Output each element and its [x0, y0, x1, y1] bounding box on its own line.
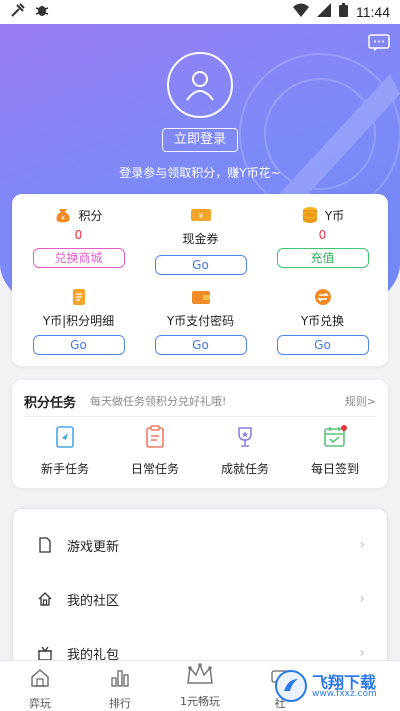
status-bar: 11:44 [0, 0, 400, 24]
login-hint: 登录参与领取积分，赚Y币花~ [119, 166, 281, 180]
detail-label: Y币|积分明细 [42, 314, 115, 328]
site-logo-icon [275, 670, 307, 702]
paypwd-label: Y币支付密码 [166, 314, 235, 328]
status-time: 11:44 [356, 4, 390, 20]
coupon-go-button[interactable]: Go [154, 255, 247, 275]
tab-play[interactable]: 弈玩 [0, 667, 80, 711]
rules-link[interactable]: 规则> [345, 393, 376, 409]
task-achievement[interactable]: 成就任务 [200, 424, 290, 477]
menu-item-community[interactable]: 我的社区 › [13, 573, 389, 625]
tasks-title: 积分任务 [24, 396, 77, 411]
cleaner-icon [10, 2, 26, 22]
message-icon[interactable] [368, 34, 390, 52]
tasks-subtitle: 每天做任务领积分兑好礼哦! [90, 395, 227, 408]
wifi-icon [293, 3, 309, 21]
home-icon [38, 592, 52, 606]
tab-label: 弈玩 [29, 697, 51, 710]
points-label: 积分 [78, 208, 103, 223]
menu-label: 游戏更新 [67, 539, 120, 555]
clipboard-icon [146, 425, 164, 448]
login-button[interactable]: 立即登录 [162, 128, 238, 152]
watermark-url: www.fxxz.com [312, 689, 377, 699]
task-checkin[interactable]: 每日签到 [290, 424, 380, 477]
tab-label: 1元畅玩 [180, 695, 220, 708]
exchange-cell: Y币兑换 Go [260, 288, 385, 355]
exchange-go-button[interactable]: Go [276, 335, 369, 355]
points-cell: ¥ 积分 0 兑换商城 [16, 206, 141, 268]
detail-cell: Y币|积分明细 Go [16, 288, 141, 355]
avatar[interactable] [167, 52, 233, 118]
menu-item-game-update[interactable]: 游戏更新 › [13, 519, 389, 571]
newbie-book-icon [56, 426, 74, 448]
task-label: 日常任务 [130, 462, 179, 476]
document-icon [72, 289, 85, 305]
task-label: 新手任务 [40, 462, 89, 476]
paypwd-go-button[interactable]: Go [154, 335, 247, 355]
tab-one-yuan[interactable]: 1元畅玩 [160, 661, 240, 709]
home-icon [31, 669, 49, 687]
bug-icon [34, 2, 50, 22]
points-tasks-card: 积分任务 每天做任务领积分兑好礼哦! 规则> 新手任务 日常任务 成就任务 每日… [12, 380, 388, 488]
wallet-icon [191, 291, 210, 304]
battery-icon [339, 3, 348, 21]
trophy-icon [238, 427, 252, 447]
ycoin-value: 0 [318, 228, 327, 242]
calendar-icon [324, 425, 347, 447]
crown-icon [187, 662, 213, 684]
file-icon [39, 537, 51, 553]
exchange-label: Y币兑换 [300, 314, 345, 328]
coupon-cell: ¥ 现金券 Go [138, 206, 263, 275]
menu-label: 我的社区 [67, 593, 120, 609]
chevron-right-icon: › [359, 645, 365, 661]
paypwd-cell: Y币支付密码 Go [138, 288, 263, 355]
divider [24, 416, 376, 417]
ycoin-label: Y币 [324, 208, 345, 223]
svg-text:¥: ¥ [62, 215, 66, 222]
wallet-card: ¥ 积分 0 兑换商城 ¥ 现金券 Go Y币 0 充值 Y币|积分明细 Go … [12, 194, 388, 366]
bar-chart-icon [111, 670, 129, 687]
user-icon [186, 71, 214, 101]
tab-label: 排行 [109, 697, 131, 710]
exchange-icon [314, 289, 331, 305]
task-label: 每日签到 [310, 462, 359, 476]
coupon-icon: ¥ [190, 209, 211, 221]
signal-icon [317, 3, 331, 21]
recharge-button[interactable]: 充值 [276, 248, 369, 268]
coupon-label: 现金券 [182, 232, 219, 246]
watermark-logo: 飞翔下载 www.fxxz.com [274, 667, 394, 707]
coin-stack-icon [302, 207, 318, 223]
money-bag-icon: ¥ [56, 209, 70, 223]
detail-go-button[interactable]: Go [32, 335, 125, 355]
chevron-right-icon: › [359, 537, 365, 553]
points-value: 0 [74, 228, 83, 242]
task-daily[interactable]: 日常任务 [110, 424, 200, 477]
exchange-mall-button[interactable]: 兑换商城 [32, 248, 125, 268]
task-label: 成就任务 [220, 462, 269, 476]
gift-icon [38, 646, 52, 661]
chevron-right-icon: › [359, 591, 365, 607]
tab-ranking[interactable]: 排行 [80, 667, 160, 711]
svg-text:¥: ¥ [198, 212, 203, 220]
task-newbie[interactable]: 新手任务 [20, 424, 110, 477]
ycoin-cell: Y币 0 充值 [260, 206, 385, 268]
